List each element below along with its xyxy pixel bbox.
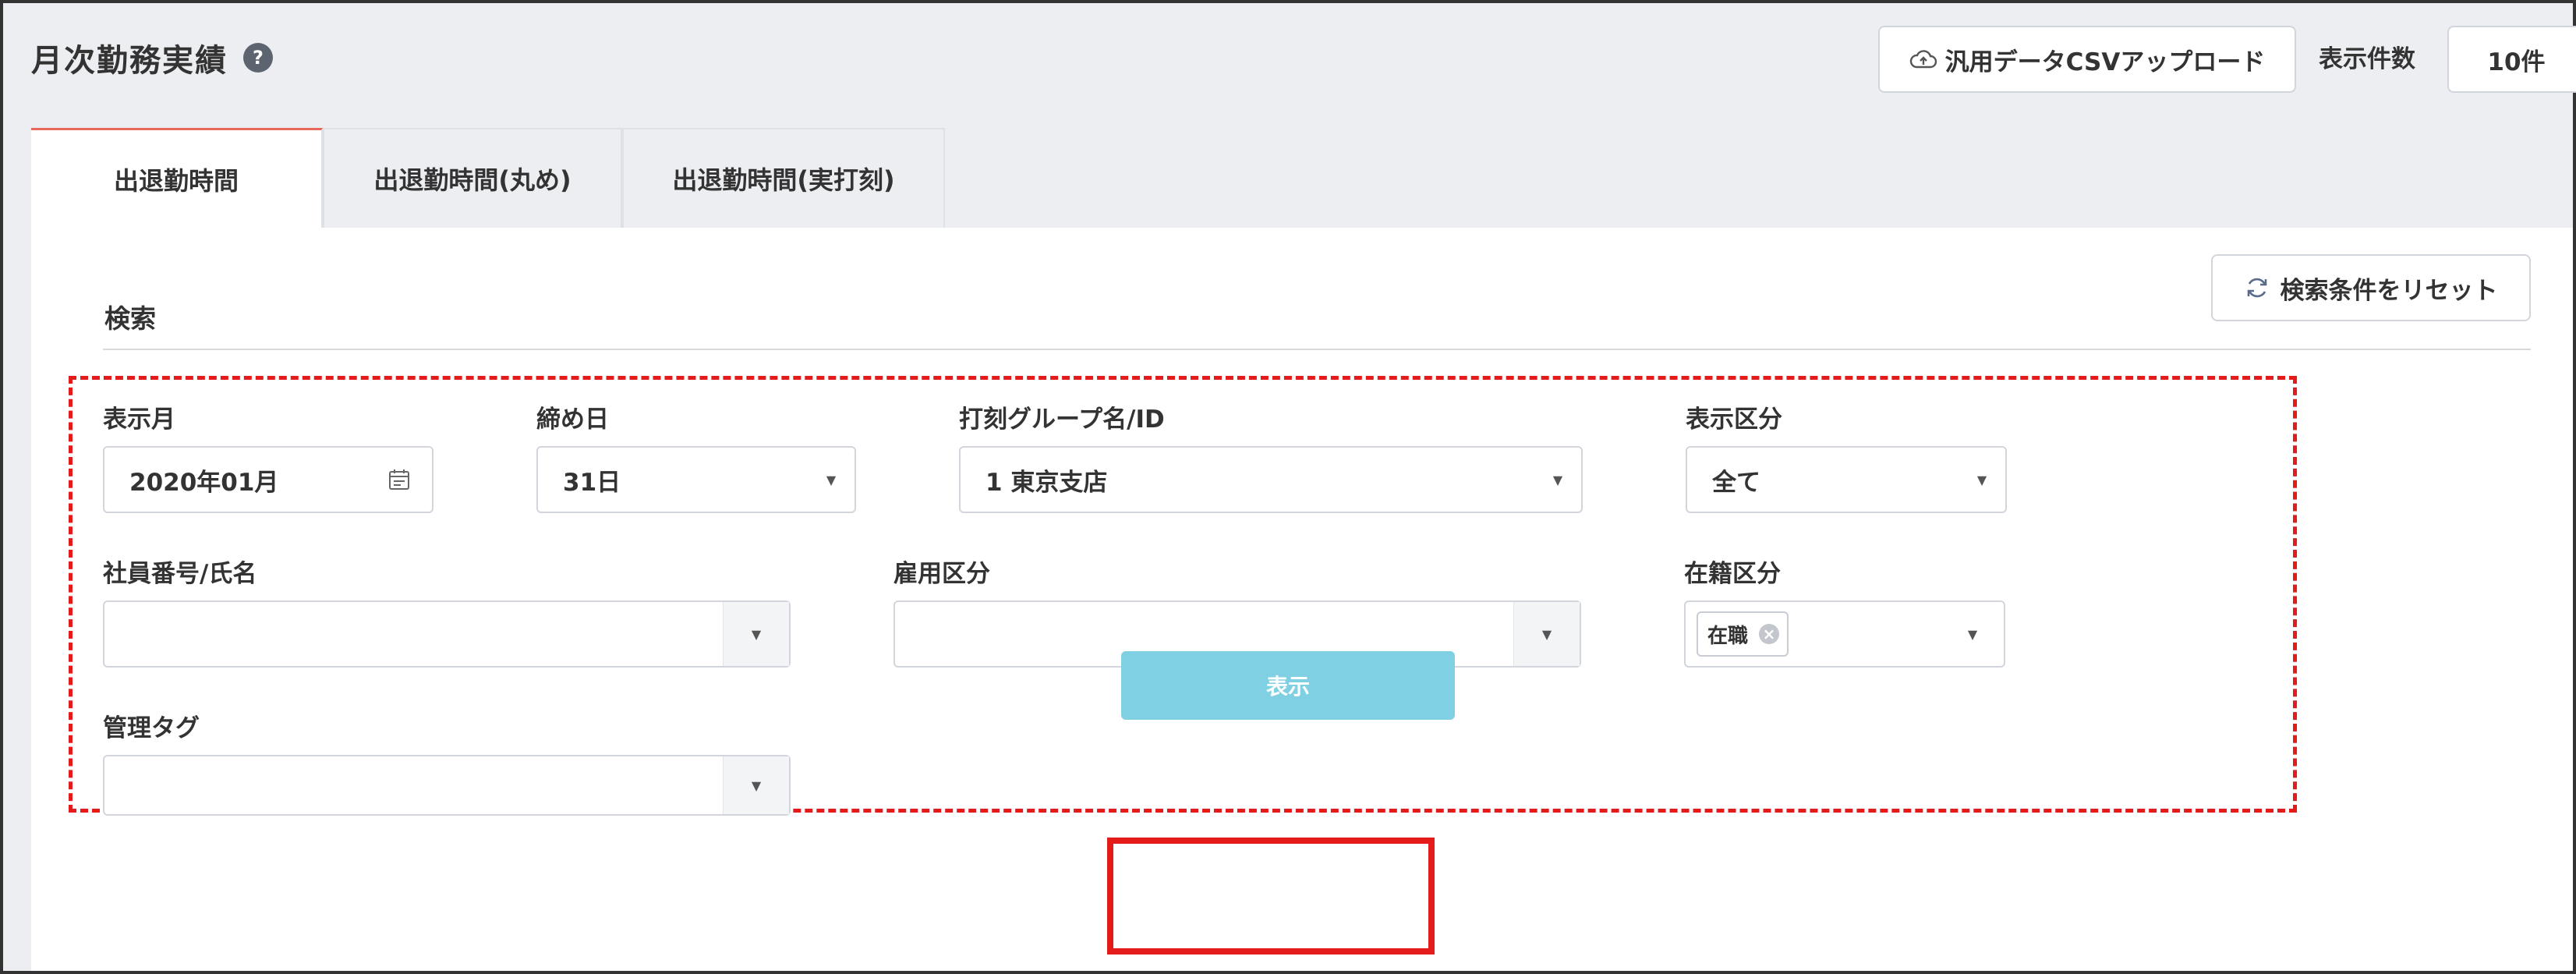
count-label: 表示件数 — [2319, 45, 2415, 73]
management-tag-label: 管理タグ — [103, 714, 200, 742]
display-type-select[interactable]: 全て ▼ — [1686, 446, 2007, 513]
refresh-icon — [2247, 278, 2266, 298]
chevron-down-icon: ▼ — [826, 472, 837, 487]
enrollment-chip-label: 在職 — [1707, 624, 1749, 648]
closing-day-label: 締め日 — [536, 406, 609, 434]
chevron-down-icon: ▼ — [1976, 472, 1987, 487]
display-month-label: 表示月 — [103, 406, 175, 434]
display-type-value: 全て — [1712, 468, 1760, 497]
calendar-icon[interactable] — [387, 467, 412, 492]
display-type-label: 表示区分 — [1686, 406, 1782, 434]
chevron-down-icon: ▼ — [1552, 472, 1563, 487]
stamp-group-label: 打刻グループ名/ID — [959, 406, 1165, 434]
search-fields-highlight — [69, 376, 2297, 813]
tab-clock-times[interactable]: 出退勤時間 — [31, 128, 323, 228]
chevron-down-icon[interactable]: ▼ — [1513, 602, 1580, 666]
title-row: 月次勤務実績 ? — [31, 34, 273, 81]
help-icon[interactable]: ? — [243, 43, 273, 73]
chevron-down-icon[interactable]: ▼ — [723, 602, 789, 666]
employee-select[interactable]: ▼ — [103, 600, 791, 668]
stamp-group-select[interactable]: 1 東京支店 ▼ — [959, 446, 1583, 513]
count-select[interactable]: 10件 — [2447, 26, 2576, 93]
reset-search-label: 検索条件をリセット — [2280, 276, 2498, 305]
csv-upload-button[interactable]: 汎用データCSVアップロード — [1878, 26, 2296, 93]
page-title: 月次勤務実績 — [31, 43, 228, 79]
show-button[interactable]: 表示 — [1121, 651, 1455, 720]
employee-label: 社員番号/氏名 — [103, 560, 257, 588]
close-icon[interactable]: × — [1759, 624, 1780, 644]
display-month-value: 2020年01月 — [129, 468, 279, 497]
tab-clock-times-actual[interactable]: 出退勤時間(実打刻) — [622, 128, 945, 228]
search-section-label: 検索 — [104, 303, 156, 334]
app-frame: 月次勤務実績 ? 汎用データCSVアップロード 表示件数 10件 出退勤時間 出… — [0, 0, 2576, 974]
chevron-down-icon[interactable]: ▼ — [1941, 627, 2004, 642]
tab-bar: 出退勤時間 出退勤時間(丸め) 出退勤時間(実打刻) — [31, 128, 945, 229]
management-tag-select[interactable]: ▼ — [103, 755, 791, 816]
submit-highlight — [1107, 838, 1435, 955]
enrollment-label: 在籍区分 — [1684, 560, 1781, 588]
closing-day-value: 31日 — [563, 468, 621, 497]
enrollment-select[interactable]: 在職 × ▼ — [1684, 600, 2005, 668]
closing-day-select[interactable]: 31日 ▼ — [536, 446, 856, 513]
reset-search-button[interactable]: 検索条件をリセット — [2211, 254, 2531, 321]
employment-type-label: 雇用区分 — [893, 560, 990, 588]
tab-clock-times-rounded[interactable]: 出退勤時間(丸め) — [323, 128, 622, 228]
csv-upload-label: 汎用データCSVアップロード — [1944, 48, 2266, 76]
display-month-field[interactable]: 2020年01月 — [103, 446, 433, 513]
enrollment-chip[interactable]: 在職 × — [1697, 611, 1789, 657]
cloud-upload-icon — [1909, 50, 1937, 69]
stamp-group-value: 1 東京支店 — [985, 468, 1108, 497]
divider — [103, 349, 2531, 350]
chevron-down-icon[interactable]: ▼ — [723, 756, 789, 814]
search-panel: 検索条件をリセット 検索 表示月 2020年01月 締め日 31日 ▼ 打刻グル… — [31, 228, 2573, 971]
